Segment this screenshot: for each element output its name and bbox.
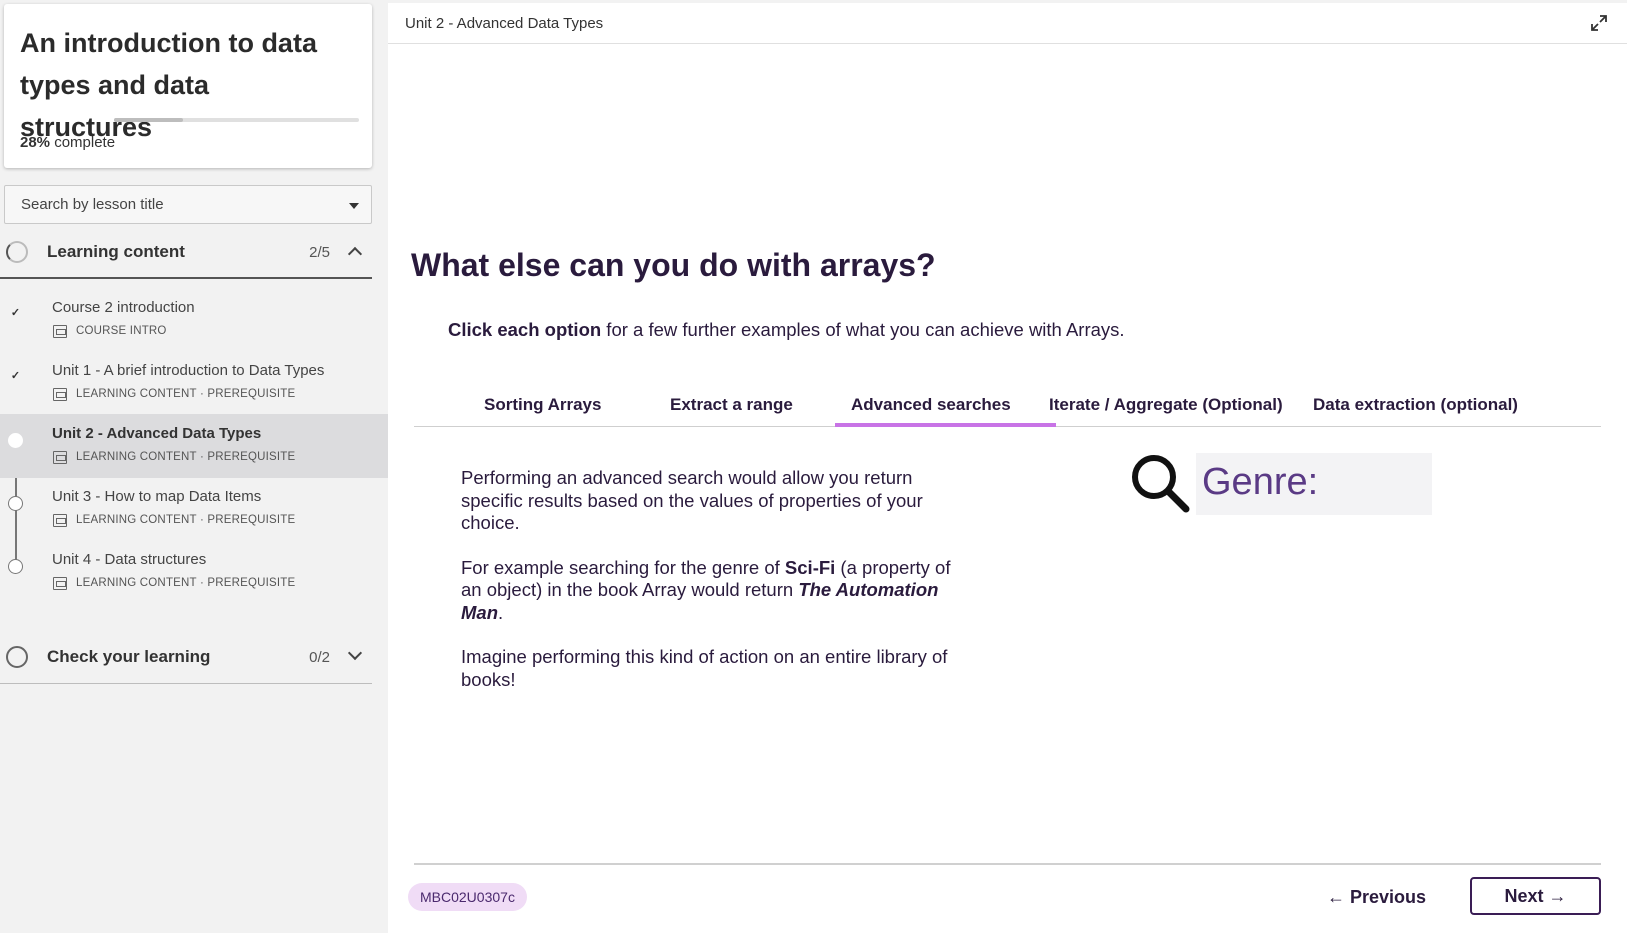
lesson-title: Course 2 introduction [52, 299, 195, 316]
paragraph-2-c: . [498, 601, 504, 623]
lesson-meta: LEARNING CONTENT · PREREQUISITE [76, 577, 296, 589]
active-tab-indicator [835, 423, 1056, 427]
lesson-meta: LEARNING CONTENT · PREREQUISITE [76, 514, 296, 526]
check-icon: ✓ [10, 370, 21, 382]
next-button[interactable]: Next → [1470, 877, 1601, 915]
genre-label: Genre: [1202, 461, 1319, 503]
section-title: Check your learning [47, 647, 211, 666]
progress-fill [114, 118, 183, 122]
caret-down-icon [349, 203, 359, 209]
tab-panel-text: Performing an advanced search would allo… [461, 467, 961, 713]
progress-text: 28% complete [20, 134, 115, 151]
lesson-topbar: Unit 2 - Advanced Data Types [388, 3, 1627, 44]
lesson-item-unit-2[interactable]: Unit 2 - Advanced Data Types LEARNING CO… [0, 414, 388, 478]
check-icon: ✓ [10, 307, 21, 319]
previous-button[interactable]: ← Previous [1327, 880, 1437, 914]
course-card: An introduction to data types and data s… [4, 4, 372, 168]
lesson-meta: COURSE INTRO [76, 325, 167, 337]
tab-sorting-arrays[interactable]: Sorting Arrays [484, 395, 601, 415]
intro-bold: Click each option [448, 319, 602, 340]
genre-field-graphic: Genre: [1196, 453, 1432, 515]
progress-bar [114, 118, 359, 122]
section-check-your-learning[interactable]: Check your learning 0/2 [0, 632, 372, 684]
document-icon [53, 325, 67, 338]
app: An introduction to data types and data s… [0, 0, 1627, 933]
tab-advanced-searches[interactable]: Advanced searches [851, 395, 1011, 415]
lesson-title: Unit 4 - Data structures [52, 551, 207, 568]
lesson-title: Unit 1 - A brief introduction to Data Ty… [52, 362, 325, 379]
lesson-search-placeholder: Search by lesson title [21, 196, 164, 213]
content-icon [53, 451, 67, 464]
lesson-search-dropdown[interactable]: Search by lesson title [4, 185, 372, 224]
paragraph-2-bold: Sci-Fi [784, 556, 836, 578]
magnifier-icon [1132, 455, 1190, 513]
chevron-up-icon [347, 246, 363, 262]
lesson-panel: Unit 2 - Advanced Data Types What else c… [388, 3, 1627, 933]
lesson-title: Unit 2 - Advanced Data Types [52, 425, 262, 442]
lesson-item-unit-3[interactable]: Unit 3 - How to map Data Items LEARNING … [0, 477, 388, 541]
paragraph-2: For example searching for the genre of S… [461, 557, 961, 625]
lesson-item-unit-4[interactable]: Unit 4 - Data structures LEARNING CONTEN… [0, 540, 388, 604]
lesson-code-badge: MBC02U0307c [408, 883, 527, 911]
current-lesson-marker-icon [8, 433, 23, 448]
course-sidebar: An introduction to data types and data s… [0, 0, 388, 933]
paragraph-3: Imagine performing this kind of action o… [461, 646, 948, 690]
section-title: Learning content [47, 242, 185, 261]
progress-value: 28% [20, 134, 51, 151]
lesson-meta: LEARNING CONTENT · PREREQUISITE [76, 388, 296, 400]
content-title: What else can you do with arrays? [411, 247, 936, 283]
course-title: An introduction to data types and data s… [20, 28, 317, 142]
section-count: 2/5 [309, 244, 330, 261]
paragraph-2-a: For example searching for the genre of [461, 556, 785, 578]
progress-ring-icon [6, 241, 28, 263]
content-icon [53, 388, 67, 401]
lesson-title: Unit 3 - How to map Data Items [52, 488, 262, 505]
intro-text: Click each option for a few further exam… [448, 319, 1125, 341]
empty-circle-icon [8, 496, 23, 511]
expand-icon[interactable] [1589, 13, 1609, 33]
lesson-meta: LEARNING CONTENT · PREREQUISITE [76, 451, 296, 463]
tab-iterate-aggregate[interactable]: Iterate / Aggregate (Optional) [1049, 395, 1283, 415]
empty-circle-icon [8, 559, 23, 574]
footer-divider [414, 863, 1601, 865]
lesson-item-unit-1[interactable]: ✓ Unit 1 - A brief introduction to Data … [0, 351, 388, 415]
section-count: 0/2 [309, 649, 330, 666]
intro-rest: for a few further examples of what you c… [601, 319, 1125, 340]
chevron-down-icon [347, 645, 363, 661]
content-icon [53, 577, 67, 590]
lesson-topbar-title: Unit 2 - Advanced Data Types [405, 15, 604, 32]
paragraph-1: Performing an advanced search would allo… [461, 467, 923, 533]
progress-ring-icon [6, 646, 28, 668]
lesson-item-course-intro[interactable]: ✓ Course 2 introduction COURSE INTRO [0, 288, 388, 352]
tab-data-extraction[interactable]: Data extraction (optional) [1313, 395, 1518, 415]
progress-suffix: complete [50, 134, 116, 151]
section-learning-content[interactable]: Learning content 2/5 [0, 227, 372, 279]
option-tabs: Sorting Arrays Extract a range Advanced … [414, 383, 1601, 427]
tab-extract-a-range[interactable]: Extract a range [670, 395, 793, 415]
content-icon [53, 514, 67, 527]
